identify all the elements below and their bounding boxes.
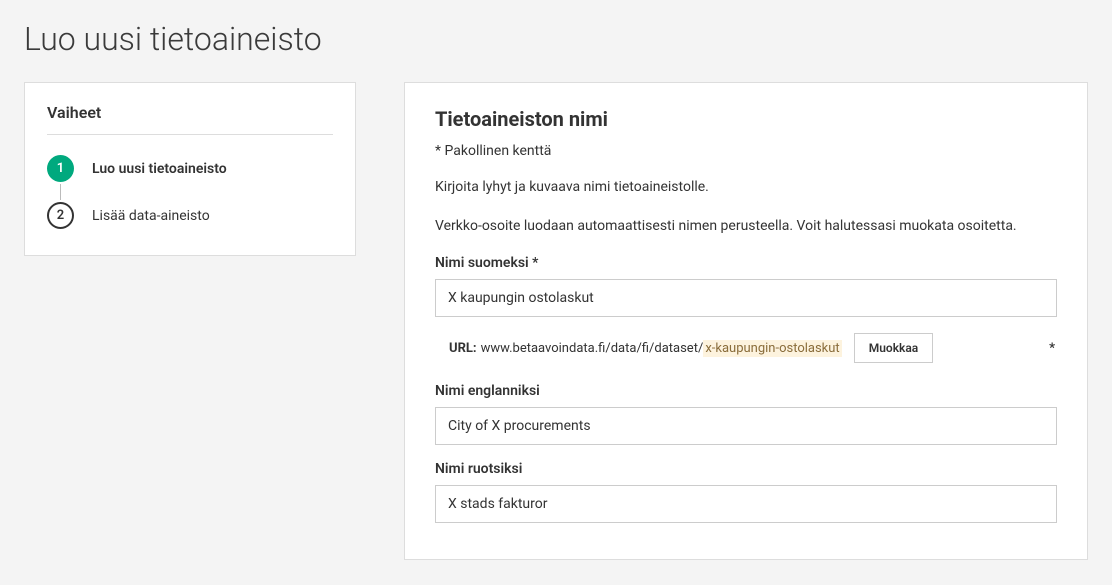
- description-1: Kirjoita lyhyt ja kuvaava nimi tietoaine…: [435, 177, 1057, 198]
- step-add-data[interactable]: 2 Lisää data-aineisto: [47, 202, 333, 229]
- step-label: Lisää data-aineisto: [92, 208, 210, 224]
- url-label: URL:: [449, 341, 477, 356]
- url-row: URL: www.betaavoindata.fi/data/fi/datase…: [435, 333, 1057, 363]
- input-name-fi[interactable]: [435, 279, 1057, 317]
- main-form: Tietoaineiston nimi * Pakollinen kenttä …: [404, 82, 1088, 560]
- sidebar-title: Vaiheet: [47, 103, 333, 135]
- input-name-en[interactable]: [435, 407, 1057, 445]
- url-required-mark: *: [1049, 341, 1057, 356]
- step-label: Luo uusi tietoaineisto: [92, 161, 227, 177]
- url-base: www.betaavoindata.fi/data/fi/dataset/: [481, 341, 704, 356]
- description-2: Verkko-osoite luodaan automaattisesti ni…: [435, 216, 1057, 237]
- label-name-en: Nimi englanniksi: [435, 383, 1057, 399]
- url-slug: x-kaupungin-ostolaskut: [703, 340, 841, 357]
- step-number: 1: [47, 155, 74, 182]
- step-number: 2: [47, 202, 74, 229]
- section-title: Tietoaineiston nimi: [435, 107, 1057, 131]
- step-create-dataset[interactable]: 1 Luo uusi tietoaineisto: [47, 155, 333, 182]
- url-edit-button[interactable]: Muokkaa: [854, 333, 934, 363]
- required-note: * Pakollinen kenttä: [435, 143, 1057, 159]
- label-name-sv: Nimi ruotsiksi: [435, 461, 1057, 477]
- page-title: Luo uusi tietoaineisto: [24, 20, 1088, 58]
- input-name-sv[interactable]: [435, 485, 1057, 523]
- steps-sidebar: Vaiheet 1 Luo uusi tietoaineisto 2 Lisää…: [24, 82, 356, 256]
- label-name-fi: Nimi suomeksi *: [435, 255, 1057, 271]
